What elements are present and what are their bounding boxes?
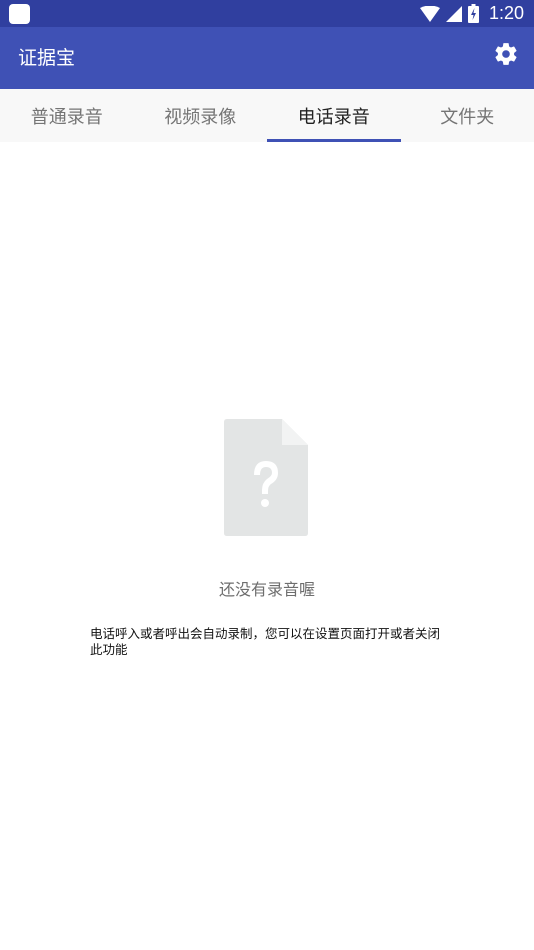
settings-button[interactable] (492, 40, 520, 68)
gear-icon[interactable] (493, 41, 519, 67)
empty-state-title: 还没有录音喔 (218, 580, 315, 599)
tab-phone-recording[interactable]: 电话录音 (267, 89, 401, 142)
tab-video-recording[interactable]: 视频录像 (134, 89, 268, 142)
cell-signal-icon (445, 5, 462, 22)
status-bar: 1:20 (0, 0, 534, 27)
tab-normal-recording[interactable]: 普通录音 (0, 89, 134, 142)
app-title: 证据宝 (18, 47, 76, 69)
tab-indicator (267, 139, 401, 142)
app-notification-icon (9, 4, 30, 24)
empty-state-hint: 电话呼入或者呼出会自动录制，您可以在设置页面打开或者关闭此功能 (90, 626, 441, 657)
status-icons: 1:20 (419, 0, 524, 27)
tab-label: 电话录音 (297, 106, 370, 128)
tab-bar: 普通录音 视频录像 电话录音 文件夹 (0, 89, 534, 142)
status-time: 1:20 (488, 3, 524, 23)
wifi-icon (419, 5, 440, 22)
unknown-file-icon (224, 419, 308, 536)
app-bar: 证据宝 (0, 27, 534, 89)
tab-folder[interactable]: 文件夹 (401, 89, 534, 142)
battery-charging-icon (467, 4, 479, 23)
